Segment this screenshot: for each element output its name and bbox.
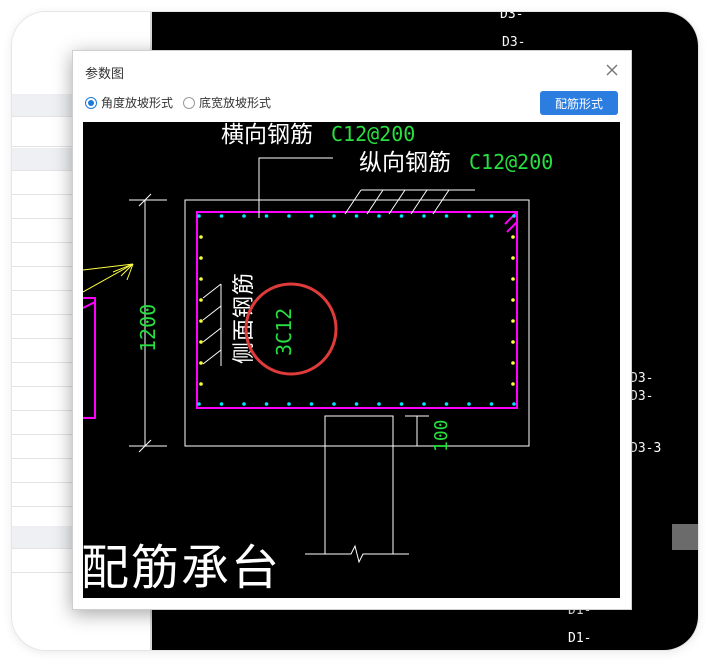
rebar-dot [354, 214, 359, 218]
longitudinal-leaders [344, 189, 475, 215]
rebar-dot [197, 214, 201, 218]
rebar-dot [199, 382, 203, 386]
parameter-dialog: 参数图 角度放坡形式 底宽放坡形式 配筋形式 1200 100 横向钢筋 C12… [72, 50, 632, 610]
rebar-dot [444, 214, 449, 218]
cover-dimension-text: 100 [431, 419, 452, 452]
rebar-dot [354, 402, 359, 406]
rebar-dot [511, 235, 515, 239]
rebar-dot [332, 402, 336, 406]
dialog-title: 参数图 [85, 66, 125, 81]
rebar-dot [377, 402, 381, 406]
canvas-label: D3- [630, 389, 654, 404]
rebar-dot [332, 214, 336, 218]
adjacent-rebar [83, 297, 96, 419]
rebar-dot [511, 277, 515, 281]
close-icon [606, 64, 618, 76]
rebar-dot [287, 402, 291, 406]
side-rebar-spec: 3C12 [272, 308, 296, 356]
rebar-dot [199, 277, 203, 281]
radio-label: 角度放坡形式 [101, 96, 174, 110]
rebar-dot [511, 319, 515, 323]
parameter-drawing: 1200 100 横向钢筋 C12@200 纵向钢筋 C12@200 侧面钢筋 … [83, 122, 620, 598]
rebar-dot [489, 214, 494, 218]
rebar-dot [242, 402, 246, 406]
rebar-dot [287, 214, 291, 218]
rebar-dot [467, 402, 471, 406]
radio-indicator[interactable] [85, 96, 97, 109]
rebar-dot [199, 361, 203, 365]
rebar-dot [264, 402, 269, 406]
rebar-dot [197, 402, 201, 406]
transverse-rebar-spec: C12@200 [331, 122, 415, 146]
rebar-dot [511, 298, 515, 302]
canvas-label: D3- [500, 12, 524, 22]
side-rebar-label: 侧面钢筋 [232, 272, 257, 364]
radio-angle-slope[interactable]: 角度放坡形式 [85, 94, 173, 111]
slope-lines [83, 263, 134, 293]
rebar-form-button[interactable]: 配筋形式 [540, 91, 618, 115]
rebar-dot [512, 214, 516, 218]
transverse-leader [258, 157, 333, 218]
pile-outline [305, 415, 409, 564]
canvas-label: D3-3 [630, 441, 662, 456]
radio-label: 底宽放坡形式 [199, 96, 272, 110]
rebar-dot [422, 214, 426, 218]
rebar-dot [511, 361, 515, 365]
rebar-dot [444, 402, 449, 406]
cover-dimension [405, 415, 429, 447]
rebar-dot [264, 214, 269, 218]
rebar-dot [309, 402, 314, 406]
rebar-dot [242, 214, 246, 218]
canvas-label: D1- [568, 631, 592, 646]
rebar-dot [511, 256, 515, 260]
canvas-block [672, 524, 698, 550]
rebar-dot [219, 402, 224, 406]
transverse-rebar-label: 横向钢筋 [221, 122, 313, 148]
rebar-dot [219, 214, 224, 218]
longitudinal-rebar-label: 纵向钢筋 [359, 150, 451, 176]
rebar-dot [511, 382, 515, 386]
rebar-dot [199, 319, 203, 323]
radio-indicator[interactable] [183, 96, 195, 109]
close-button[interactable] [603, 61, 621, 79]
canvas-label: D3- [502, 35, 526, 50]
rebar-dot [199, 340, 203, 344]
height-dimension-text: 1200 [136, 304, 160, 352]
rebar-dot [199, 235, 203, 239]
rebar-dot [199, 256, 203, 260]
rebar-dot [467, 214, 471, 218]
side-leaders [202, 283, 222, 366]
rebar-dot [422, 402, 426, 406]
radio-width-slope[interactable]: 底宽放坡形式 [183, 94, 271, 111]
rebar-dot [489, 402, 494, 406]
drawing-svg: 1200 100 横向钢筋 C12@200 纵向钢筋 C12@200 侧面钢筋 … [83, 122, 553, 596]
canvas-label: D3- [630, 371, 654, 386]
rebar-dot [512, 402, 516, 406]
rebar-dot [199, 298, 203, 302]
longitudinal-rebar-spec: C12@200 [469, 150, 553, 174]
rebar-dot [309, 214, 314, 218]
drawing-caption: 配筋承台 [83, 540, 281, 596]
rebar-dot [377, 214, 381, 218]
rebar-dot [399, 214, 404, 218]
rebar-dot [399, 402, 404, 406]
rebar-dot [511, 340, 515, 344]
